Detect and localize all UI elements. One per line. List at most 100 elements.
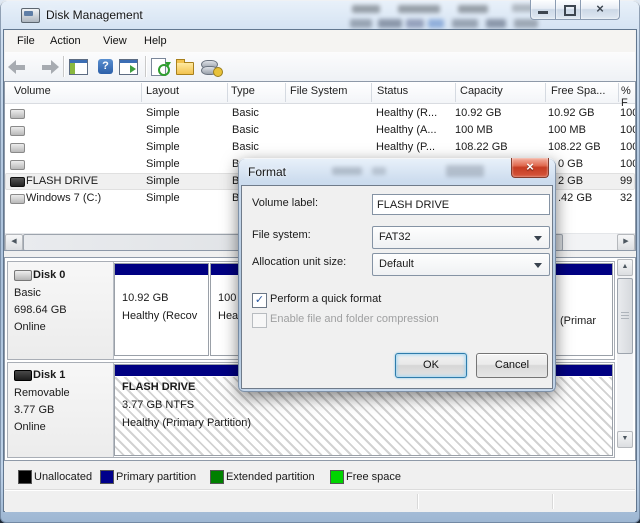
background-window-ghost (352, 5, 380, 13)
close-icon: × (512, 159, 548, 174)
cell-type: Basic (232, 141, 259, 153)
scroll-down-button[interactable]: ▼ (617, 431, 633, 448)
disk-tools-button[interactable] (199, 57, 223, 77)
legend-label: Free space (346, 471, 401, 483)
file-system-label: File system: (252, 229, 311, 241)
properties-icon (176, 62, 194, 75)
partition-status: Healthy (Primary Partition) (122, 417, 251, 429)
dialog-close-button[interactable]: × (511, 158, 549, 178)
cell-pct-free: 100 (620, 158, 635, 170)
col-capacity[interactable]: Capacity (460, 85, 503, 97)
scroll-left-button[interactable]: ◀ (5, 234, 23, 250)
quick-format-checkbox[interactable]: ✓ (252, 293, 267, 308)
column-separator[interactable] (371, 83, 372, 102)
col-file-system[interactable]: File System (290, 85, 347, 97)
background-window-ghost (458, 5, 488, 13)
drive-icon (10, 126, 25, 136)
legend-label: Unallocated (34, 471, 92, 483)
cell-type: Basic (232, 107, 259, 119)
column-separator[interactable] (285, 83, 286, 102)
status-divider (552, 494, 553, 509)
partition-status-fragment: (Primar (560, 315, 596, 327)
disk-status: Online (14, 421, 46, 433)
table-row[interactable]: Simple Basic Healthy (R... 10.92 GB 10.9… (5, 105, 635, 122)
back-button[interactable] (8, 57, 32, 77)
cell-type: Basic (232, 124, 259, 136)
disk1-label-panel[interactable]: Disk 1 Removable 3.77 GB Online (8, 363, 114, 457)
dialog-title: Format (248, 165, 286, 179)
cell-layout: Simple (146, 107, 180, 119)
action-pane-button[interactable] (117, 57, 141, 77)
menu-help[interactable]: Help (140, 34, 171, 48)
menu-view[interactable]: View (99, 34, 131, 48)
disk0-partition-1[interactable]: 10.92 GB Healthy (Recov (115, 264, 208, 355)
file-system-select[interactable]: FAT32 (372, 226, 550, 249)
cell-status: Healthy (R... (376, 107, 437, 119)
refresh-button[interactable] (149, 57, 173, 77)
col-layout[interactable]: Layout (146, 85, 179, 97)
col-type[interactable]: Type (231, 85, 255, 97)
cell-capacity: 100 MB (455, 124, 493, 136)
properties-button[interactable] (174, 57, 198, 77)
disk-name: Disk 1 (33, 369, 65, 381)
disk-icon (14, 270, 32, 281)
back-icon (8, 60, 16, 74)
menu-file[interactable]: File (13, 34, 39, 48)
column-separator[interactable] (141, 83, 142, 102)
maximize-icon (564, 5, 576, 16)
partition-size: 10.92 GB (122, 292, 168, 304)
title-bar[interactable]: Disk Management × (0, 0, 640, 30)
scrollbar-thumb[interactable] (617, 278, 633, 354)
legend-swatch-unallocated (18, 470, 32, 484)
allocation-label: Allocation unit size: (252, 256, 346, 268)
scroll-right-button[interactable]: ▶ (617, 234, 635, 250)
column-separator[interactable] (545, 83, 546, 102)
drive-icon (10, 177, 25, 187)
maximize-button[interactable] (555, 0, 582, 20)
action-pane-icon (119, 59, 138, 75)
background-window-ghost (378, 19, 402, 28)
col-volume[interactable]: Volume (14, 85, 51, 97)
partition-label: FLASH DRIVE (122, 381, 195, 393)
cell-free-space: .42 GB (558, 192, 592, 204)
col-status[interactable]: Status (377, 85, 408, 97)
allocation-select[interactable]: Default (372, 253, 550, 276)
cancel-button[interactable]: Cancel (476, 353, 548, 378)
cell-volume: Windows 7 (C:) (26, 192, 101, 204)
glass-ghost (372, 167, 386, 175)
gear-icon (213, 67, 223, 77)
minimize-button[interactable] (530, 0, 557, 20)
background-window-ghost (350, 19, 372, 28)
cell-status: Healthy (A... (376, 124, 437, 136)
app-icon (21, 8, 40, 23)
column-separator[interactable] (618, 83, 619, 102)
format-dialog: Format × Volume label: File system: FAT3… (238, 158, 556, 392)
column-separator[interactable] (455, 83, 456, 102)
legend-swatch-extended (210, 470, 224, 484)
ok-button[interactable]: OK (395, 353, 467, 378)
drive-icon (10, 194, 25, 204)
partition-size-fs: 3.77 GB NTFS (122, 399, 194, 411)
forward-button[interactable] (35, 57, 59, 77)
menu-action[interactable]: Action (46, 34, 85, 48)
cell-free-space: 0 GB (558, 158, 583, 170)
scroll-up-button[interactable]: ▲ (617, 259, 633, 276)
allocation-value: Default (379, 258, 414, 270)
close-button[interactable]: × (580, 0, 620, 20)
cell-pct-free: 100 (620, 141, 635, 153)
console-tree-button[interactable] (67, 57, 91, 77)
refresh-icon (151, 58, 166, 76)
background-window-ghost (486, 19, 506, 28)
legend-swatch-free (330, 470, 344, 484)
cell-layout: Simple (146, 192, 180, 204)
disk0-label-panel[interactable]: Disk 0 Basic 698.64 GB Online (8, 262, 114, 359)
volume-label-input[interactable] (372, 194, 550, 215)
table-row[interactable]: Simple Basic Healthy (A... 100 MB 100 MB… (5, 122, 635, 139)
col-free-space[interactable]: Free Spa... (551, 85, 605, 97)
cell-free-space: 10.92 GB (548, 107, 594, 119)
status-bar (5, 490, 635, 512)
table-row[interactable]: Simple Basic Healthy (P... 108.22 GB 108… (5, 139, 635, 156)
column-separator[interactable] (227, 83, 228, 102)
help-icon: ? (98, 59, 113, 74)
vertical-scrollbar[interactable]: ▲ ▼ (617, 259, 633, 447)
